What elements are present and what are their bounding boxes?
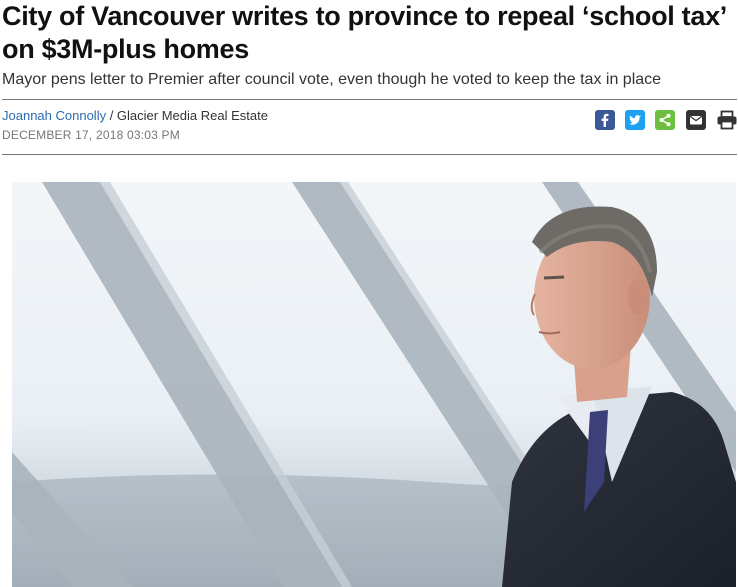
email-share-button[interactable] [686, 109, 706, 131]
twitter-icon [625, 110, 645, 130]
article-headline: City of Vancouver writes to province to … [2, 1, 726, 64]
article-dek: Mayor pens letter to Premier after counc… [2, 71, 662, 88]
hero-image [12, 182, 736, 587]
twitter-share-button[interactable] [625, 109, 645, 131]
byline: Joannah Connolly / Glacier Media Real Es… [2, 108, 268, 123]
publication-name: Glacier Media Real Estate [116, 108, 268, 123]
print-icon [716, 110, 738, 130]
facebook-share-button[interactable] [595, 109, 615, 131]
share-button[interactable] [655, 109, 675, 131]
share-icon [655, 110, 675, 130]
print-button[interactable] [716, 109, 738, 131]
divider-top [2, 99, 737, 100]
author-link[interactable]: Joannah Connolly [2, 108, 106, 123]
divider-bottom [2, 154, 737, 155]
dateline: DECEMBER 17, 2018 03:03 PM [2, 128, 180, 142]
email-icon [686, 110, 706, 130]
byline-separator: / [106, 108, 117, 123]
facebook-icon [595, 110, 615, 130]
